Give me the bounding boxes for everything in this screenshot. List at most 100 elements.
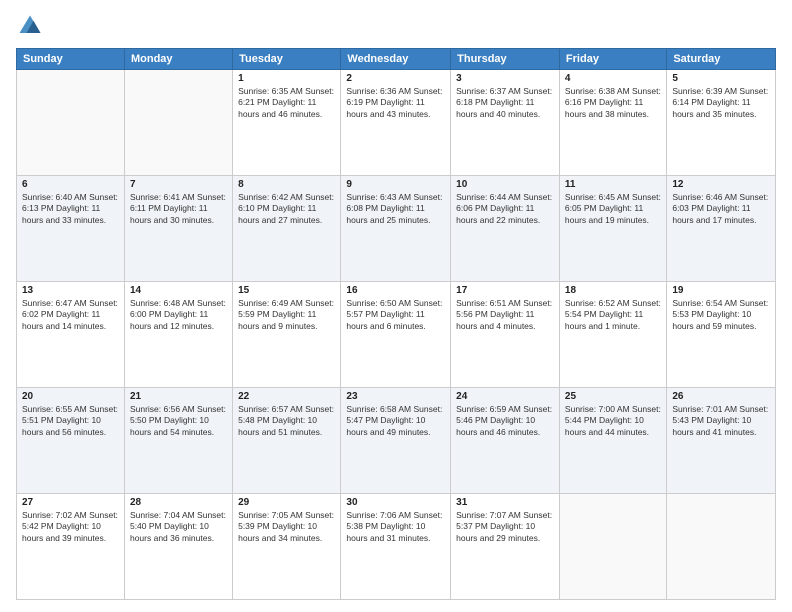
logo [16,12,48,40]
day-number: 18 [565,285,661,296]
week-row-4: 20 Sunrise: 6:55 AM Sunset: 5:51 PM Dayli… [17,388,776,494]
calendar-cell: 23Sunrise: 6:58 AM Sunset: 5:47 PM Dayli… [341,388,451,494]
calendar: SundayMondayTuesdayWednesdayThursdayFrid… [16,48,776,600]
day-info: Sunrise: 6:44 AM Sunset: 6:06 PM Dayligh… [456,192,554,226]
calendar-cell: 12Sunrise: 6:46 AM Sunset: 6:03 PM Dayli… [667,176,776,282]
weekday-header-tuesday: Tuesday [233,49,341,70]
weekday-header-row: SundayMondayTuesdayWednesdayThursdayFrid… [17,49,776,70]
day-info: Sunrise: 6:38 AM Sunset: 6:16 PM Dayligh… [565,86,661,120]
calendar-cell: 7 Sunrise: 6:41 AM Sunset: 6:11 PM Daylig… [124,176,232,282]
day-info: Sunrise: 6:43 AM Sunset: 6:08 PM Dayligh… [346,192,445,226]
week-row-3: 13 Sunrise: 6:47 AM Sunset: 6:02 PM Dayli… [17,282,776,388]
calendar-cell: 14 Sunrise: 6:48 AM Sunset: 6:00 PM Dayli… [124,282,232,388]
day-info: Sunrise: 6:48 AM Sunset: 6:00 PM Dayligh… [130,298,227,332]
calendar-cell: 16 Sunrise: 6:50 AM Sunset: 5:57 PM Dayli… [341,282,451,388]
day-number: 14 [130,285,227,296]
day-number: 10 [456,179,554,190]
calendar-cell: 8 Sunrise: 6:42 AM Sunset: 6:10 PM Daylig… [233,176,341,282]
day-info: Sunrise: 6:37 AM Sunset: 6:18 PM Dayligh… [456,86,554,120]
day-number: 26 [672,391,770,402]
calendar-cell: 6 Sunrise: 6:40 AM Sunset: 6:13 PM Daylig… [17,176,125,282]
weekday-header-monday: Monday [124,49,232,70]
day-info: Sunrise: 7:00 AM Sunset: 5:44 PM Dayligh… [565,404,661,438]
day-number: 31 [456,497,554,508]
day-info: Sunrise: 6:42 AM Sunset: 6:10 PM Dayligh… [238,192,335,226]
day-number: 7 [130,179,227,190]
day-info: Sunrise: 6:45 AM Sunset: 6:05 PM Dayligh… [565,192,661,226]
calendar-cell: 5Sunrise: 6:39 AM Sunset: 6:14 PM Daylig… [667,70,776,176]
calendar-cell [17,70,125,176]
day-number: 6 [22,179,119,190]
day-number: 17 [456,285,554,296]
day-number: 4 [565,73,661,84]
weekday-header-wednesday: Wednesday [341,49,451,70]
calendar-cell: 18 Sunrise: 6:52 AM Sunset: 5:54 PM Dayli… [559,282,666,388]
calendar-cell: 27 Sunrise: 7:02 AM Sunset: 5:42 PM Dayli… [17,494,125,600]
page: SundayMondayTuesdayWednesdayThursdayFrid… [0,0,792,612]
day-number: 27 [22,497,119,508]
weekday-header-friday: Friday [559,49,666,70]
calendar-cell: 3 Sunrise: 6:37 AM Sunset: 6:18 PM Daylig… [451,70,560,176]
calendar-cell [124,70,232,176]
weekday-header-saturday: Saturday [667,49,776,70]
day-number: 15 [238,285,335,296]
calendar-cell [667,494,776,600]
calendar-cell: 29Sunrise: 7:05 AM Sunset: 5:39 PM Dayli… [233,494,341,600]
day-info: Sunrise: 6:54 AM Sunset: 5:53 PM Dayligh… [672,298,770,332]
calendar-cell: 25Sunrise: 7:00 AM Sunset: 5:44 PM Dayli… [559,388,666,494]
header [16,12,776,40]
day-info: Sunrise: 7:07 AM Sunset: 5:37 PM Dayligh… [456,510,554,544]
day-number: 13 [22,285,119,296]
weekday-header-sunday: Sunday [17,49,125,70]
day-info: Sunrise: 6:47 AM Sunset: 6:02 PM Dayligh… [22,298,119,332]
day-info: Sunrise: 6:35 AM Sunset: 6:21 PM Dayligh… [238,86,335,120]
day-info: Sunrise: 6:40 AM Sunset: 6:13 PM Dayligh… [22,192,119,226]
day-info: Sunrise: 6:57 AM Sunset: 5:48 PM Dayligh… [238,404,335,438]
calendar-cell: 31 Sunrise: 7:07 AM Sunset: 5:37 PM Dayli… [451,494,560,600]
day-info: Sunrise: 6:56 AM Sunset: 5:50 PM Dayligh… [130,404,227,438]
day-info: Sunrise: 6:52 AM Sunset: 5:54 PM Dayligh… [565,298,661,332]
day-info: Sunrise: 7:04 AM Sunset: 5:40 PM Dayligh… [130,510,227,544]
day-number: 5 [672,73,770,84]
day-number: 2 [346,73,445,84]
calendar-cell: 24Sunrise: 6:59 AM Sunset: 5:46 PM Dayli… [451,388,560,494]
calendar-cell: 11 Sunrise: 6:45 AM Sunset: 6:05 PM Dayli… [559,176,666,282]
calendar-cell: 15 Sunrise: 6:49 AM Sunset: 5:59 PM Dayli… [233,282,341,388]
day-number: 11 [565,179,661,190]
calendar-cell [559,494,666,600]
day-number: 8 [238,179,335,190]
calendar-cell: 2 Sunrise: 6:36 AM Sunset: 6:19 PM Daylig… [341,70,451,176]
calendar-cell: 10 Sunrise: 6:44 AM Sunset: 6:06 PM Dayli… [451,176,560,282]
day-number: 30 [346,497,445,508]
day-number: 22 [238,391,335,402]
calendar-cell: 20 Sunrise: 6:55 AM Sunset: 5:51 PM Dayli… [17,388,125,494]
day-info: Sunrise: 6:36 AM Sunset: 6:19 PM Dayligh… [346,86,445,120]
calendar-table: SundayMondayTuesdayWednesdayThursdayFrid… [16,48,776,600]
day-info: Sunrise: 6:51 AM Sunset: 5:56 PM Dayligh… [456,298,554,332]
day-info: Sunrise: 7:01 AM Sunset: 5:43 PM Dayligh… [672,404,770,438]
week-row-5: 27 Sunrise: 7:02 AM Sunset: 5:42 PM Dayli… [17,494,776,600]
day-number: 28 [130,497,227,508]
day-number: 3 [456,73,554,84]
day-info: Sunrise: 6:49 AM Sunset: 5:59 PM Dayligh… [238,298,335,332]
calendar-cell: 28 Sunrise: 7:04 AM Sunset: 5:40 PM Dayli… [124,494,232,600]
calendar-cell: 4 Sunrise: 6:38 AM Sunset: 6:16 PM Daylig… [559,70,666,176]
day-info: Sunrise: 6:41 AM Sunset: 6:11 PM Dayligh… [130,192,227,226]
day-info: Sunrise: 7:06 AM Sunset: 5:38 PM Dayligh… [346,510,445,544]
day-number: 16 [346,285,445,296]
day-number: 23 [346,391,445,402]
day-info: Sunrise: 6:55 AM Sunset: 5:51 PM Dayligh… [22,404,119,438]
calendar-cell: 13 Sunrise: 6:47 AM Sunset: 6:02 PM Dayli… [17,282,125,388]
calendar-cell: 1Sunrise: 6:35 AM Sunset: 6:21 PM Daylig… [233,70,341,176]
day-number: 9 [346,179,445,190]
week-row-1: 1Sunrise: 6:35 AM Sunset: 6:21 PM Daylig… [17,70,776,176]
day-info: Sunrise: 6:50 AM Sunset: 5:57 PM Dayligh… [346,298,445,332]
calendar-cell: 22 Sunrise: 6:57 AM Sunset: 5:48 PM Dayli… [233,388,341,494]
day-number: 29 [238,497,335,508]
day-info: Sunrise: 6:59 AM Sunset: 5:46 PM Dayligh… [456,404,554,438]
day-number: 20 [22,391,119,402]
calendar-cell: 17 Sunrise: 6:51 AM Sunset: 5:56 PM Dayli… [451,282,560,388]
day-info: Sunrise: 7:02 AM Sunset: 5:42 PM Dayligh… [22,510,119,544]
calendar-cell: 26 Sunrise: 7:01 AM Sunset: 5:43 PM Dayli… [667,388,776,494]
calendar-cell: 30 Sunrise: 7:06 AM Sunset: 5:38 PM Dayli… [341,494,451,600]
